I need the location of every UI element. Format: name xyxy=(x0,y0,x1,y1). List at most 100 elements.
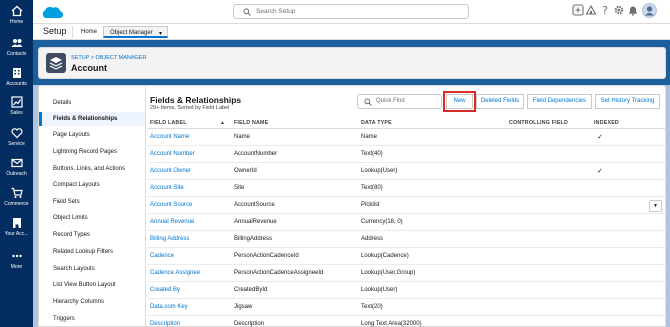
nav-more[interactable]: More xyxy=(0,250,33,270)
sidebar-item-details[interactable]: Details xyxy=(39,96,145,110)
field-api-name: OwnerId xyxy=(234,168,257,174)
sidebar-item-hierarchy-columns[interactable]: Hierarchy Columns xyxy=(39,295,145,309)
new-field-button[interactable]: New xyxy=(443,91,476,112)
field-label-link[interactable]: Account Source xyxy=(150,202,192,208)
indexed-checkmark: ✓ xyxy=(597,168,603,175)
column-header-data-type[interactable]: DATA TYPE xyxy=(361,120,392,126)
deleted-fields-button[interactable]: Deleted Fields xyxy=(476,94,524,109)
set-history-tracking-button[interactable]: Set History Tracking xyxy=(595,94,660,109)
sidebar-item-triggers[interactable]: Triggers xyxy=(39,312,145,326)
building-icon xyxy=(12,218,21,228)
field-api-name: AnnualRevenue xyxy=(234,219,277,225)
sidebar-item-page-layouts[interactable]: Page Layouts xyxy=(39,128,145,142)
field-data-type: Lookup(User) xyxy=(361,168,398,174)
setup-context-bar: Setup Home Object Manager ▾ xyxy=(33,24,670,40)
tab-home[interactable]: Home xyxy=(75,26,103,38)
field-data-type: Text(20) xyxy=(361,304,383,310)
column-header-field-label[interactable]: FIELD LABEL xyxy=(150,120,187,126)
table-row: Data.com Key Jigsaw Text(20) xyxy=(147,300,666,316)
chevron-down-icon[interactable]: ▾ xyxy=(159,28,162,40)
salesforce-cloud-logo[interactable] xyxy=(41,5,63,20)
home-icon xyxy=(11,5,22,17)
nav-more-label: More xyxy=(10,264,23,270)
add-icon[interactable] xyxy=(572,4,584,16)
app-nav-rail: Home Contacts Accounts Sales Service Out… xyxy=(0,0,33,327)
sidebar-item-buttons-links-actions[interactable]: Buttons, Links, and Actions xyxy=(39,162,145,176)
field-label-link[interactable]: Account Owner xyxy=(150,168,191,174)
field-label-link[interactable]: Cadence Assignee xyxy=(150,270,200,276)
field-data-type: Address xyxy=(361,236,384,242)
nav-your-account[interactable]: Your Acc... xyxy=(0,217,33,237)
table-row: Account Name Name Name ✓ xyxy=(147,130,666,146)
nav-commerce-label: Commerce xyxy=(4,201,29,207)
field-label-link[interactable]: Cadence xyxy=(150,253,174,259)
field-dependencies-button[interactable]: Field Dependencies xyxy=(527,94,592,109)
sidebar-item-field-sets[interactable]: Field Sets xyxy=(39,195,145,209)
field-data-type: Lookup(User,Group) xyxy=(361,270,416,276)
field-data-type: Long Text Area(32000) xyxy=(361,321,422,327)
field-api-name: Jigsaw xyxy=(234,304,253,310)
sidebar-item-list-view-button-layout[interactable]: List View Button Layout xyxy=(39,278,145,292)
email-icon xyxy=(10,158,23,168)
tab-object-manager[interactable]: Object Manager ▾ xyxy=(103,26,168,38)
page-title: Account xyxy=(71,63,107,73)
nav-outreach[interactable]: Outreach xyxy=(0,157,33,177)
field-label-link[interactable]: Billing Address xyxy=(150,236,189,242)
field-api-name: BillingAddress xyxy=(234,236,273,242)
bell-icon[interactable] xyxy=(627,4,639,16)
app-name: Setup xyxy=(43,26,67,36)
field-api-name: Site xyxy=(234,185,245,191)
sidebar-item-related-lookup-filters[interactable]: Related Lookup Filters xyxy=(39,245,145,259)
field-label-link[interactable]: Data.com Key xyxy=(150,304,188,310)
nav-service[interactable]: Service xyxy=(0,127,33,147)
field-data-type: Name xyxy=(361,134,378,140)
nav-home-label: Home xyxy=(9,19,24,25)
svg-text:?: ? xyxy=(602,4,608,16)
nav-sales[interactable]: Sales xyxy=(0,96,33,116)
section-title: Fields & Relationships xyxy=(150,95,242,105)
object-sidenav: Details Fields & Relationships Page Layo… xyxy=(39,86,146,327)
sidebar-item-object-limits[interactable]: Object Limits xyxy=(39,211,145,225)
layers-icon xyxy=(46,53,66,73)
column-header-indexed[interactable]: INDEXED xyxy=(594,120,619,126)
field-label-link[interactable]: Annual Revenue xyxy=(150,219,194,225)
row-actions-dropdown[interactable]: ▼ xyxy=(649,200,662,212)
sidebar-item-lightning-record-pages[interactable]: Lightning Record Pages xyxy=(39,145,145,159)
breadcrumb[interactable]: SETUP > OBJECT MANAGER xyxy=(71,55,146,61)
quick-find-input[interactable]: Quick Find xyxy=(357,94,442,109)
sidebar-item-record-types[interactable]: Record Types xyxy=(39,228,145,242)
field-label-link[interactable]: Created By xyxy=(150,287,180,293)
cart-icon xyxy=(11,187,23,198)
field-label-link[interactable]: Description xyxy=(150,321,180,327)
table-row: Cadence PersonActionCadenceId Lookup(Caden… xyxy=(147,249,666,265)
field-label-link[interactable]: Account Number xyxy=(150,151,195,157)
sidebar-item-search-layouts[interactable]: Search Layouts xyxy=(39,262,145,276)
field-label-link[interactable]: Account Site xyxy=(150,185,184,191)
help-icon[interactable]: ? xyxy=(599,4,611,16)
heart-icon xyxy=(10,128,23,139)
field-data-type: Lookup(Cadence) xyxy=(361,253,409,259)
nav-commerce[interactable]: Commerce xyxy=(0,187,33,207)
global-search-input[interactable]: Search Setup xyxy=(233,4,469,19)
gear-icon[interactable] xyxy=(613,4,625,16)
nav-outreach-label: Outreach xyxy=(6,171,27,177)
sidebar-item-fields-relationships[interactable]: Fields & Relationships xyxy=(39,112,145,126)
column-header-controlling-field[interactable]: CONTROLLING FIELD xyxy=(509,120,568,126)
field-label-link[interactable]: Account Name xyxy=(150,134,189,140)
nav-home[interactable]: Home xyxy=(0,5,33,25)
sort-ascending-icon[interactable]: ▲ xyxy=(220,120,225,126)
table-row: Billing Address BillingAddress Address xyxy=(147,232,666,248)
field-data-type: Text(80) xyxy=(361,185,383,191)
tab-object-manager-label: Object Manager xyxy=(110,30,153,36)
main-content-card: Details Fields & Relationships Page Layo… xyxy=(38,85,666,327)
table-row: Description Description Long Text Area(320… xyxy=(147,317,666,327)
field-api-name: AccountNumber xyxy=(234,151,278,157)
column-header-field-name[interactable]: FIELD NAME xyxy=(234,120,268,126)
field-api-name: PersonActionCadenceId xyxy=(234,253,299,259)
avatar[interactable] xyxy=(642,3,657,18)
nav-accounts[interactable]: Accounts xyxy=(0,67,33,87)
sidebar-item-compact-layouts[interactable]: Compact Layouts xyxy=(39,178,145,192)
trailhead-icon[interactable] xyxy=(585,4,597,16)
table-row: Created By CreatedById Lookup(User) xyxy=(147,283,666,299)
nav-contacts[interactable]: Contacts xyxy=(0,37,33,57)
